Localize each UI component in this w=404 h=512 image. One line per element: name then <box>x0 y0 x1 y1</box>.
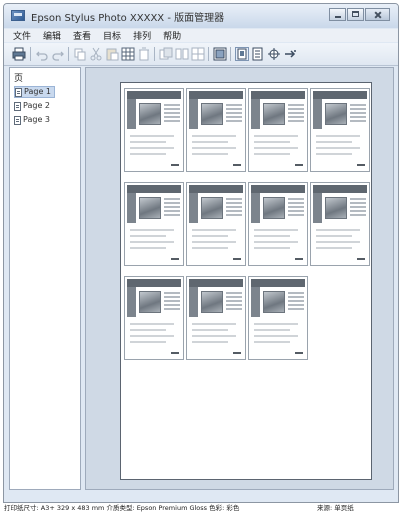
window-title: Epson Stylus Photo XXXXX - 版面管理器 <box>31 13 225 24</box>
page-list-item-2[interactable]: Page 2 <box>14 100 53 112</box>
zoom-width-icon[interactable] <box>251 47 265 61</box>
page-thumbnail[interactable] <box>310 182 370 266</box>
status-bar: 打印纸尺寸: A3+ 329 x 483 mm 介质类型: Epson Prem… <box>0 504 404 512</box>
page-list-item-1[interactable]: Page 1 <box>14 86 55 98</box>
window-controls <box>328 8 390 23</box>
align-icon[interactable] <box>175 47 189 61</box>
redo-icon[interactable] <box>51 47 65 61</box>
grid-icon[interactable] <box>121 47 135 61</box>
page-thumbnail[interactable] <box>186 276 246 360</box>
page-thumbnail[interactable] <box>248 182 308 266</box>
status-paper-info: 打印纸尺寸: A3+ 329 x 483 mm 介质类型: Epson Prem… <box>4 504 240 512</box>
layout-preview-area[interactable] <box>85 67 394 490</box>
maximize-button[interactable] <box>347 8 364 21</box>
page-thumbnail[interactable] <box>248 88 308 172</box>
rotate-icon[interactable] <box>283 47 297 61</box>
printer-app-icon <box>11 10 25 21</box>
printer-icon[interactable] <box>12 47 26 61</box>
paper-sheet <box>120 82 372 480</box>
delete-icon[interactable] <box>137 47 151 61</box>
document-icon <box>14 101 21 111</box>
document-icon <box>15 87 22 97</box>
page-thumbnail[interactable] <box>310 88 370 172</box>
distribute-icon[interactable] <box>191 47 205 61</box>
menu-object[interactable]: 目标 <box>103 29 121 42</box>
menu-file[interactable]: 文件 <box>13 29 31 42</box>
page-label: Page 1 <box>24 87 51 96</box>
copy-icon[interactable] <box>73 47 87 61</box>
zoom-page-icon[interactable] <box>235 47 249 61</box>
pages-panel: 页 Page 1 Page 2 Page 3 <box>9 67 81 490</box>
close-button[interactable] <box>365 8 390 21</box>
page-thumbnail[interactable] <box>248 276 308 360</box>
undo-icon[interactable] <box>35 47 49 61</box>
document-icon <box>14 115 21 125</box>
page-list-item-3[interactable]: Page 3 <box>14 114 53 126</box>
menu-edit[interactable]: 编辑 <box>43 29 61 42</box>
fit-page-icon[interactable] <box>213 47 227 61</box>
minimize-button[interactable] <box>329 8 346 21</box>
page-thumbnail[interactable] <box>124 276 184 360</box>
page-label: Page 2 <box>23 101 50 110</box>
page-label: Page 3 <box>23 115 50 124</box>
layout-manager-window: Epson Stylus Photo XXXXX - 版面管理器 文件 编辑 查… <box>3 3 399 503</box>
toolbar <box>4 43 398 66</box>
page-thumbnail[interactable] <box>124 182 184 266</box>
menu-bar: 文件 编辑 查看 目标 排列 帮助 <box>4 29 398 42</box>
status-source: 来源: 单页纸 <box>317 504 354 512</box>
page-thumbnail[interactable] <box>186 182 246 266</box>
pages-panel-title: 页 <box>14 74 24 84</box>
paste-icon[interactable] <box>105 47 119 61</box>
cut-icon[interactable] <box>89 47 103 61</box>
menu-arrange[interactable]: 排列 <box>133 29 151 42</box>
page-thumbnail[interactable] <box>124 88 184 172</box>
zoom-in-icon[interactable] <box>267 47 281 61</box>
menu-help[interactable]: 帮助 <box>163 29 181 42</box>
title-bar[interactable]: Epson Stylus Photo XXXXX - 版面管理器 <box>4 4 398 28</box>
menu-view[interactable]: 查看 <box>73 29 91 42</box>
page-thumbnail[interactable] <box>186 88 246 172</box>
layer-icon[interactable] <box>159 47 173 61</box>
